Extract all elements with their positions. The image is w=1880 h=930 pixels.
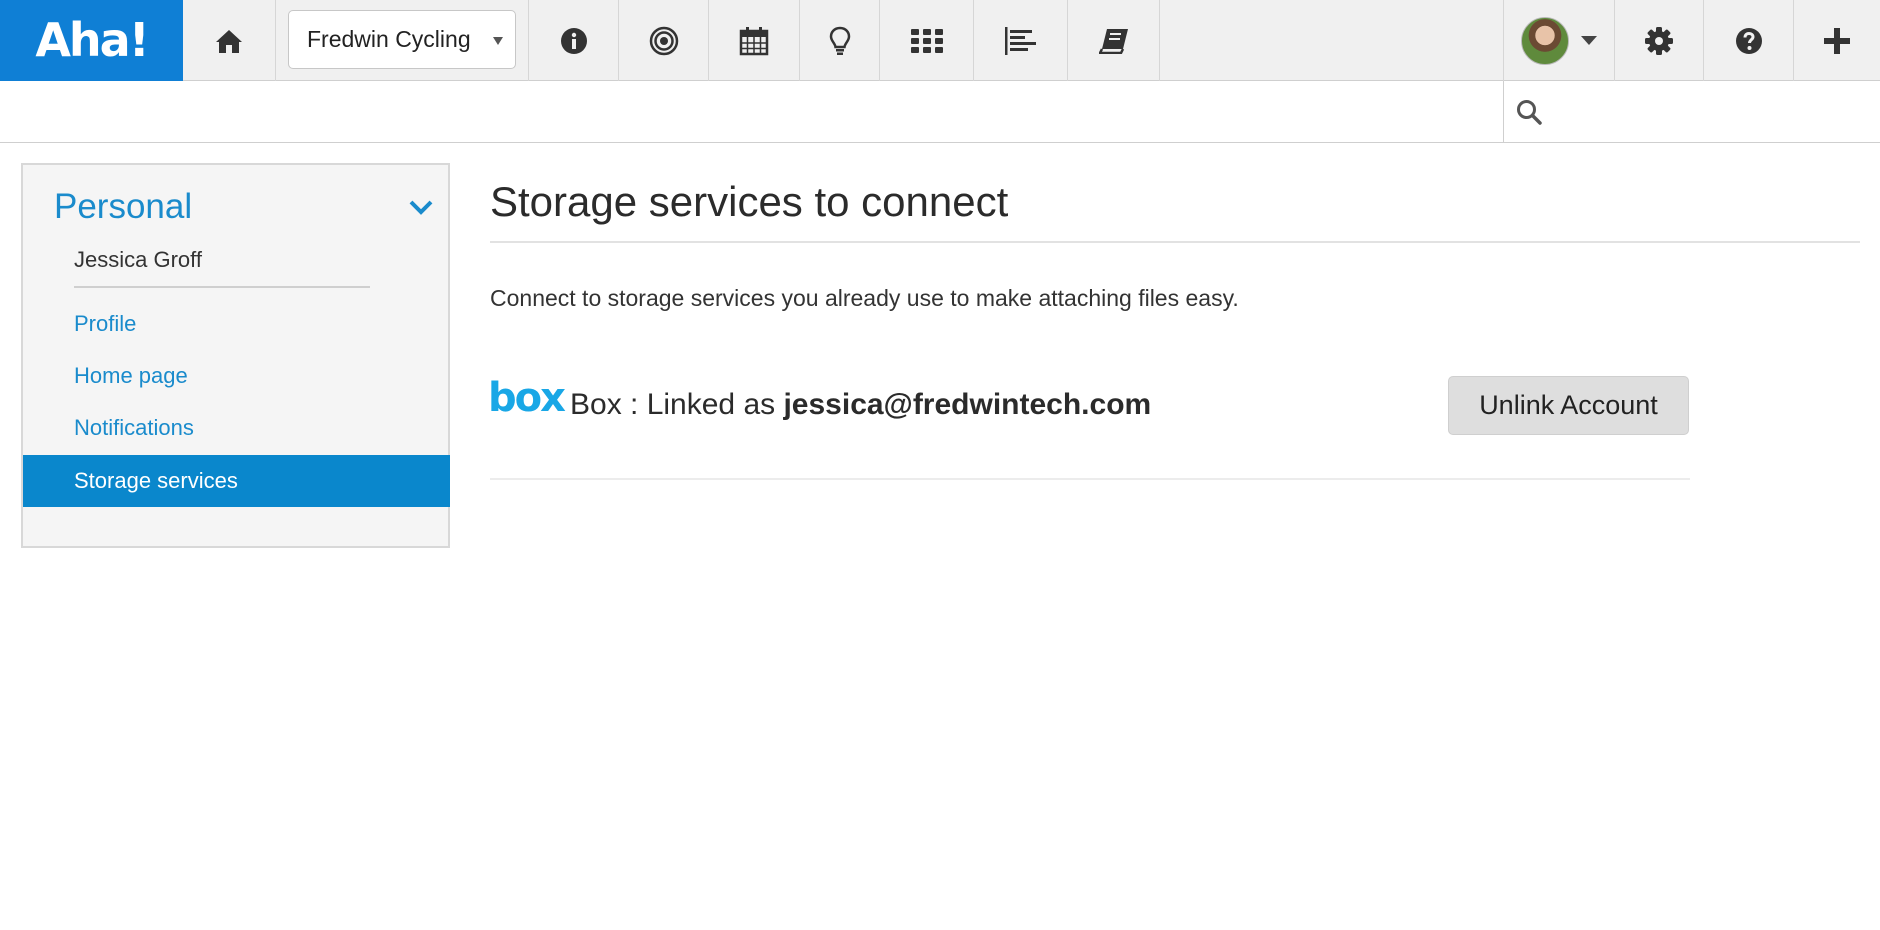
divider xyxy=(74,286,370,288)
info-button[interactable] xyxy=(529,0,619,81)
search-row xyxy=(0,81,1880,143)
goals-button[interactable] xyxy=(619,0,709,81)
sidebar-item-profile[interactable]: Profile xyxy=(74,311,136,337)
product-selector-label: Fredwin Cycling xyxy=(307,26,471,52)
box-logo: box xyxy=(488,375,566,421)
aha-logo[interactable]: Aha! xyxy=(0,0,183,81)
service-status: Box : Linked as jessica@fredwintech.com xyxy=(570,388,1151,422)
unlink-account-button[interactable]: Unlink Account xyxy=(1448,376,1689,435)
divider xyxy=(490,478,1690,480)
search-icon xyxy=(1517,99,1542,125)
book-icon xyxy=(1098,28,1128,54)
personal-section-header[interactable]: Personal xyxy=(54,179,434,235)
divider xyxy=(490,241,1860,243)
target-icon xyxy=(649,26,678,55)
roadmaps-button[interactable] xyxy=(974,0,1068,81)
search-box xyxy=(1503,81,1880,142)
chevron-down-icon xyxy=(409,200,433,215)
chevron-down-icon xyxy=(1581,36,1597,45)
sidebar-item-storage-services[interactable]: Storage services xyxy=(23,455,450,507)
releases-button[interactable] xyxy=(709,0,800,81)
ideas-button[interactable] xyxy=(800,0,880,81)
sidebar-item-notifications[interactable]: Notifications xyxy=(74,415,194,441)
linked-account-email: jessica@fredwintech.com xyxy=(783,388,1152,421)
page-title: Storage services to connect xyxy=(490,178,1009,225)
settings-sidebar: Personal Jessica Groff Profile Home page… xyxy=(21,163,450,548)
intro-text: Connect to storage services you already … xyxy=(490,285,1239,311)
section-title: Personal xyxy=(54,187,193,226)
gear-icon xyxy=(1645,26,1673,55)
home-icon xyxy=(216,29,242,53)
product-selector[interactable]: Fredwin Cycling xyxy=(288,10,516,69)
user-name: Jessica Groff xyxy=(74,247,202,272)
home-button[interactable] xyxy=(183,0,276,81)
sidebar-item-home-page[interactable]: Home page xyxy=(74,363,188,389)
top-nav-bar: Aha! Fredwin Cycling xyxy=(0,0,1880,81)
settings-button[interactable] xyxy=(1615,0,1704,81)
plus-icon xyxy=(1824,27,1850,54)
grid-icon xyxy=(910,28,943,53)
chevron-down-icon xyxy=(493,37,503,45)
add-button[interactable] xyxy=(1794,0,1880,81)
avatar xyxy=(1521,16,1569,65)
service-status-prefix: Box : Linked as xyxy=(570,388,784,421)
notebooks-button[interactable] xyxy=(1068,0,1160,81)
roadmap-icon xyxy=(1004,26,1036,55)
lightbulb-icon xyxy=(829,26,850,55)
features-button[interactable] xyxy=(880,0,974,81)
info-icon xyxy=(560,27,587,54)
user-menu[interactable] xyxy=(1503,0,1615,81)
help-button[interactable] xyxy=(1704,0,1794,81)
search-input[interactable] xyxy=(1552,91,1872,132)
help-icon xyxy=(1735,27,1762,54)
calendar-icon xyxy=(739,26,769,55)
